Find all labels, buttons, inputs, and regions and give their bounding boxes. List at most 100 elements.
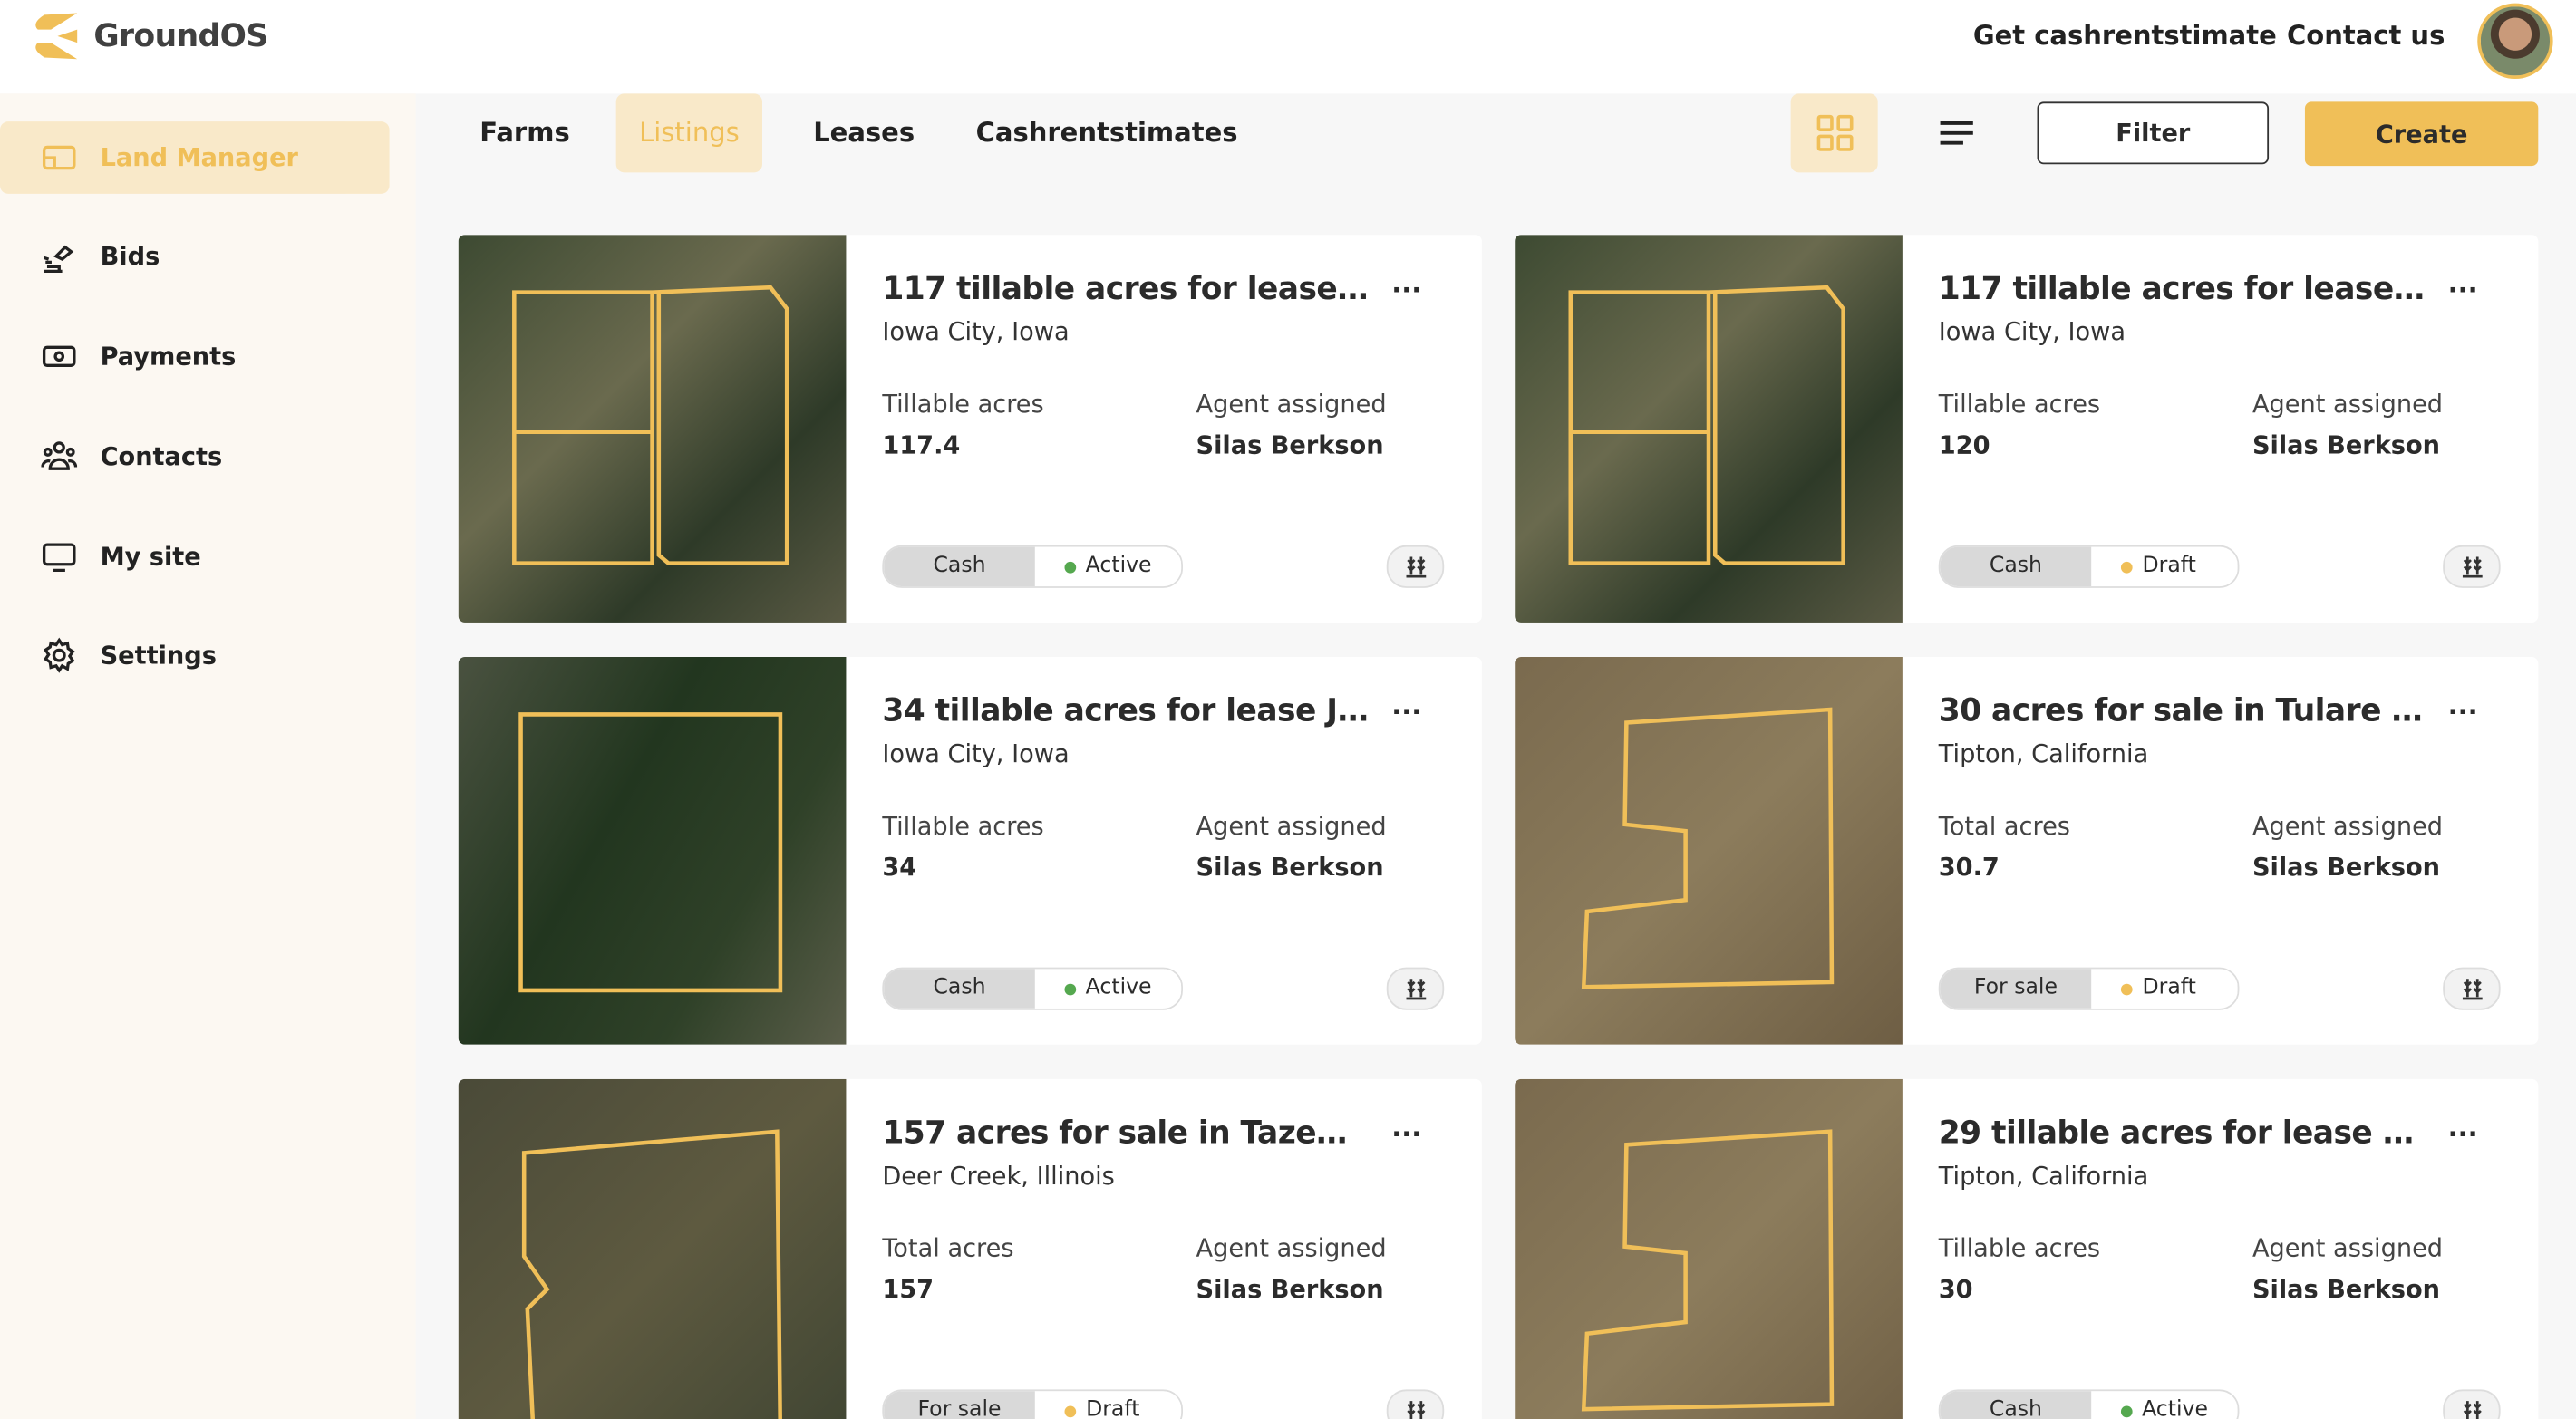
status-dot <box>1064 560 1076 573</box>
listing-badge: For sale Draft <box>882 1389 1183 1419</box>
status-badge: Draft <box>2142 975 2196 1000</box>
listing-card[interactable]: 117 tillable acres for lease Jo... ··· I… <box>1515 235 2539 623</box>
status-badge: Draft <box>1086 1397 1140 1419</box>
listing-type: For sale <box>1940 969 2092 1009</box>
sidebar-item-label: Payments <box>100 342 237 372</box>
acres-value: 117.4 <box>882 430 961 460</box>
crop-button[interactable] <box>1386 967 1445 1010</box>
crop-button[interactable] <box>2443 967 2501 1010</box>
crop-icon <box>1405 556 1426 578</box>
tab-farms[interactable]: Farms <box>457 93 593 172</box>
money-icon <box>42 345 76 367</box>
listing-card[interactable]: 117 tillable acres for lease Jo... ··· I… <box>458 235 1482 623</box>
listing-title[interactable]: 157 acres for sale in Tazewel... <box>882 1115 1375 1152</box>
listing-location: Tipton, California <box>1938 738 2149 769</box>
agent-label: Agent assigned <box>1196 1233 1387 1263</box>
sidebar: Land Manager Bids Payments Contacts My s… <box>0 93 416 1419</box>
agent-label: Agent assigned <box>1196 811 1387 841</box>
tab-leases[interactable]: Leases <box>790 93 938 172</box>
create-button[interactable]: Create <box>2304 101 2539 167</box>
list-view-button[interactable] <box>1935 111 1978 160</box>
listing-card[interactable]: 30 acres for sale in Tulare C... ··· Tip… <box>1515 657 2539 1045</box>
status-badge: Active <box>2142 1397 2208 1419</box>
listing-card[interactable]: 34 tillable acres for lease Jo... ··· Io… <box>458 657 1482 1045</box>
crop-icon <box>2462 979 2482 1000</box>
listing-badge: Cash rent Active <box>882 545 1183 588</box>
status-dot <box>2120 982 2133 995</box>
grid-view-button[interactable] <box>1790 93 1878 173</box>
land-icon <box>42 145 76 170</box>
more-options-button[interactable]: ··· <box>1391 697 1421 728</box>
listing-type: Cash rent <box>1940 1391 2092 1419</box>
crop-button[interactable] <box>1386 545 1445 588</box>
listing-card[interactable]: 29 tillable acres for lease Ti... ··· Ti… <box>1515 1078 2539 1419</box>
logo-text: GroundOS <box>93 17 268 54</box>
crop-button[interactable] <box>1386 1389 1445 1419</box>
sidebar-item-label: Settings <box>100 640 217 671</box>
crop-button[interactable] <box>2443 545 2501 588</box>
agent-value: Silas Berkson <box>1196 430 1384 460</box>
listing-type: Cash rent <box>1940 546 2092 587</box>
monitor-icon <box>42 543 76 573</box>
contact-us-link[interactable]: Contact us <box>2287 20 2445 51</box>
more-options-button[interactable]: ··· <box>2448 697 2478 728</box>
satellite-image <box>458 235 847 623</box>
satellite-image <box>458 1078 847 1419</box>
acres-value: 157 <box>882 1274 935 1305</box>
sidebar-item-label: My site <box>100 542 201 572</box>
crop-icon <box>1406 1401 1425 1419</box>
sidebar-item-payments[interactable]: Payments <box>0 320 390 392</box>
more-options-button[interactable]: ··· <box>1391 1118 1421 1149</box>
agent-value: Silas Berkson <box>2252 1274 2441 1305</box>
listing-type: For sale <box>884 1391 1035 1419</box>
menu-icon <box>1940 121 1973 145</box>
users-icon <box>41 441 78 470</box>
listing-title[interactable]: 34 tillable acres for lease Jo... <box>882 693 1375 729</box>
listing-title[interactable]: 117 tillable acres for lease Jo... <box>1939 271 2432 307</box>
more-options-button[interactable]: ··· <box>1391 275 1421 305</box>
status-dot <box>1064 1405 1077 1417</box>
acres-value: 30.7 <box>1938 852 2000 883</box>
listing-badge: Cash rent Draft <box>1938 545 2240 588</box>
crop-icon <box>1405 979 1426 1000</box>
tab-cashrentstimates[interactable]: Cashrentstimates <box>953 93 1261 172</box>
agent-value: Silas Berkson <box>1196 1274 1384 1305</box>
sidebar-item-settings[interactable]: Settings <box>0 619 390 691</box>
avatar[interactable] <box>2477 3 2553 79</box>
acres-label: Total acres <box>1938 811 2070 841</box>
tab-listings[interactable]: Listings <box>615 93 763 173</box>
gavel-icon <box>44 245 74 274</box>
acres-value: 34 <box>882 852 917 883</box>
sidebar-item-contacts[interactable]: Contacts <box>0 420 390 493</box>
agent-label: Agent assigned <box>2252 1233 2444 1263</box>
listing-location: Iowa City, Iowa <box>882 738 1070 769</box>
sidebar-item-label: Land Manager <box>100 142 298 173</box>
listing-title[interactable]: 29 tillable acres for lease Ti... <box>1939 1115 2432 1152</box>
filter-button[interactable]: Filter <box>2037 101 2270 165</box>
status-badge: Active <box>1085 975 1152 1000</box>
get-cashrentstimate-link[interactable]: Get cashrentstimate <box>1973 20 2277 51</box>
listing-title[interactable]: 30 acres for sale in Tulare C... <box>1939 693 2432 729</box>
sidebar-item-my-site[interactable]: My site <box>0 521 390 594</box>
listing-card[interactable]: 157 acres for sale in Tazewel... ··· Dee… <box>458 1078 1482 1419</box>
agent-label: Agent assigned <box>2252 811 2444 841</box>
more-options-button[interactable]: ··· <box>2448 1118 2478 1149</box>
sidebar-item-bids[interactable]: Bids <box>0 220 390 293</box>
acres-value: 30 <box>1938 1274 1973 1305</box>
sidebar-item-label: Contacts <box>100 441 223 472</box>
logo[interactable]: GroundOS <box>28 10 268 63</box>
listing-type: Cash rent <box>884 969 1035 1009</box>
status-badge: Draft <box>2142 553 2196 578</box>
status-dot <box>2120 560 2133 573</box>
status-dot <box>2120 1405 2133 1417</box>
more-options-button[interactable]: ··· <box>2448 275 2478 305</box>
acres-label: Tillable acres <box>882 811 1044 841</box>
listing-title[interactable]: 117 tillable acres for lease Jo... <box>882 271 1375 307</box>
sidebar-item-land-manager[interactable]: Land Manager <box>0 121 390 194</box>
app-root: GroundOS Get cashrentstimate Contact us … <box>0 0 2576 1419</box>
crop-button[interactable] <box>2443 1389 2501 1419</box>
listing-location: Tipton, California <box>1938 1161 2149 1192</box>
agent-label: Agent assigned <box>2252 389 2444 420</box>
status-dot <box>1064 982 1076 995</box>
listing-location: Iowa City, Iowa <box>1938 316 2126 347</box>
